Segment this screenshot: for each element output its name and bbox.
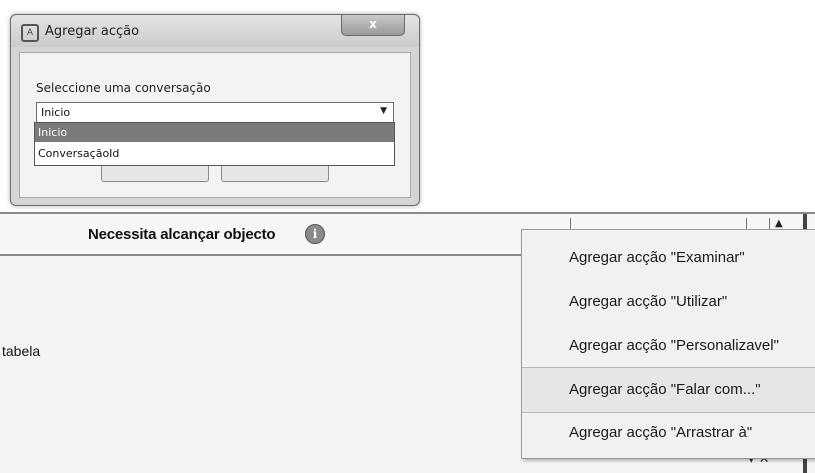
menu-item-arrastrar[interactable]: Agregar acção "Arrastrar à" — [522, 411, 815, 455]
option-inicio[interactable]: Inicio — [35, 123, 394, 142]
conversation-dropdown: Inicio ConversaçãoId — [34, 122, 395, 166]
chevron-down-icon[interactable]: ▼ — [380, 106, 387, 116]
menu-item-label: Agregar acção "Falar com..." — [569, 381, 761, 398]
header-title: Necessita alcançar objecto — [88, 226, 276, 243]
menu-item-label: Agregar acção "Personalizavel" — [569, 337, 779, 354]
close-button[interactable]: x — [341, 15, 405, 36]
option-conversacaoid[interactable]: ConversaçãoId — [35, 144, 394, 163]
dialog-titlebar[interactable]: A Agregar acção x — [11, 15, 419, 47]
menu-item-label: Agregar acção "Examinar" — [569, 249, 745, 266]
conversation-select[interactable]: Inicio ▼ — [36, 102, 394, 124]
menu-item-personalizavel[interactable]: Agregar acção "Personalizavel" — [522, 324, 815, 368]
option-label: Inicio — [38, 126, 68, 139]
context-menu: Agregar acção "Examinar" Agregar acção "… — [521, 229, 815, 459]
add-action-dialog: A Agregar acção x Seleccione uma convers… — [10, 14, 420, 206]
info-icon[interactable]: i — [305, 224, 325, 244]
menu-item-label: Agregar acção "Arrastrar à" — [569, 424, 753, 441]
menu-item-examinar[interactable]: Agregar acção "Examinar" — [522, 236, 815, 280]
app-icon: A — [21, 24, 39, 42]
conversation-label: Seleccione uma conversação — [36, 81, 211, 95]
menu-item-utilizar[interactable]: Agregar acção "Utilizar" — [522, 280, 815, 324]
select-value: Inicio — [41, 106, 71, 119]
dialog-title: Agregar acção — [45, 24, 140, 39]
menu-item-falar-com[interactable]: Agregar acção "Falar com..." — [522, 367, 815, 413]
menu-item-label: Agregar acção "Utilizar" — [569, 293, 728, 310]
option-label: ConversaçãoId — [38, 147, 120, 160]
row-label: tabela — [2, 343, 41, 359]
